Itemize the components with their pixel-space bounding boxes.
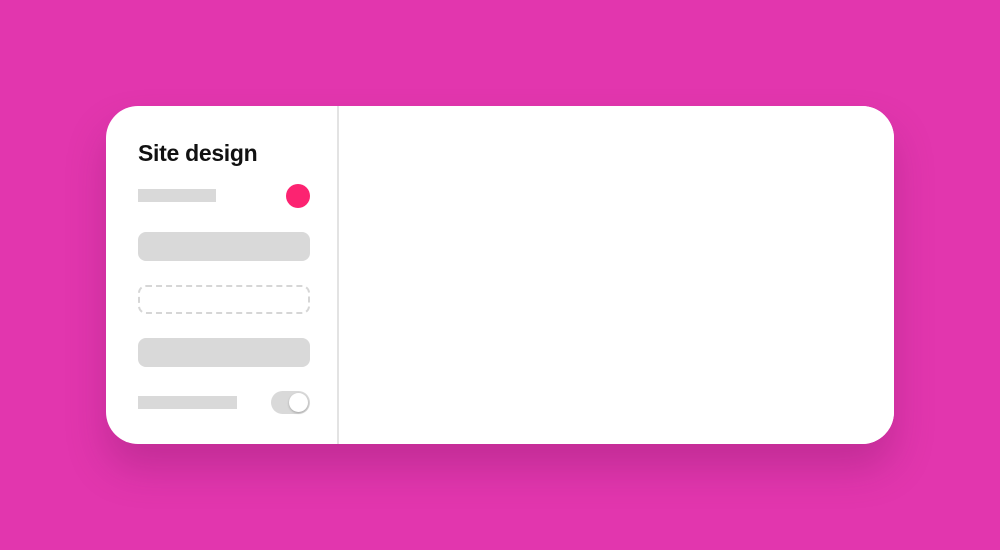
panel-title: Site design <box>138 140 258 166</box>
option-placeholder-1[interactable] <box>138 232 310 261</box>
color-label-placeholder <box>138 189 216 202</box>
option-placeholder-2[interactable] <box>138 338 310 367</box>
preview-area <box>339 106 894 444</box>
toggle-knob[interactable] <box>289 393 308 412</box>
toggle-switch[interactable] <box>271 391 310 414</box>
color-swatch[interactable] <box>286 184 310 208</box>
site-design-card: Site design <box>106 106 894 444</box>
settings-sidebar: Site design <box>106 106 339 444</box>
toggle-label-placeholder <box>138 396 237 409</box>
option-placeholder-dashed[interactable] <box>138 285 310 314</box>
